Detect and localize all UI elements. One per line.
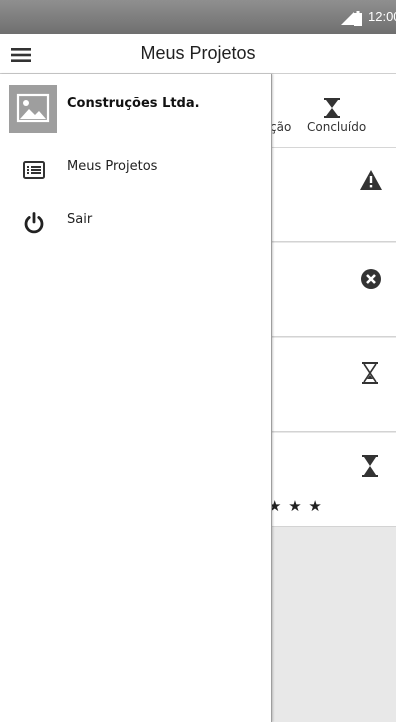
project-card[interactable] — [272, 338, 396, 432]
cancel-circle-icon — [361, 269, 381, 289]
image-placeholder-icon — [16, 93, 50, 123]
drawer-item-label: Meus Projetos — [67, 159, 158, 174]
tab-partial-label[interactable]: ção — [270, 120, 291, 134]
status-time: 12:00 — [368, 9, 396, 24]
tab-concluido[interactable]: Concluído — [307, 120, 366, 134]
status-tabs: ção Concluído — [270, 74, 396, 148]
rating-stars: ★ ★ ★ — [268, 497, 323, 515]
hourglass-icon — [362, 455, 378, 477]
project-card[interactable] — [272, 148, 396, 242]
drawer-item-sair[interactable]: Sair — [0, 205, 272, 245]
project-list-background: ção Concluído ★ ★ ★ — [268, 74, 396, 722]
battery-icon — [354, 11, 362, 26]
hourglass-icon — [324, 98, 340, 118]
page-title: Meus Projetos — [140, 43, 256, 63]
signal-icon — [341, 12, 354, 25]
app-bar: Meus Projetos — [0, 34, 396, 74]
power-icon — [24, 212, 44, 234]
navigation-drawer: Construções Ltda. Meus Projetos Sair — [0, 74, 272, 722]
drawer-item-label: Sair — [67, 212, 93, 227]
company-name: Construções Ltda. — [67, 96, 200, 111]
avatar — [9, 85, 57, 133]
warning-icon — [360, 170, 382, 190]
project-card[interactable]: ★ ★ ★ — [268, 433, 396, 527]
status-bar: 12:00 — [0, 0, 396, 34]
hourglass-empty-icon — [362, 362, 378, 384]
drawer-item-meus-projetos[interactable]: Meus Projetos — [0, 152, 272, 192]
list-icon — [23, 161, 45, 179]
project-card[interactable] — [272, 243, 396, 337]
